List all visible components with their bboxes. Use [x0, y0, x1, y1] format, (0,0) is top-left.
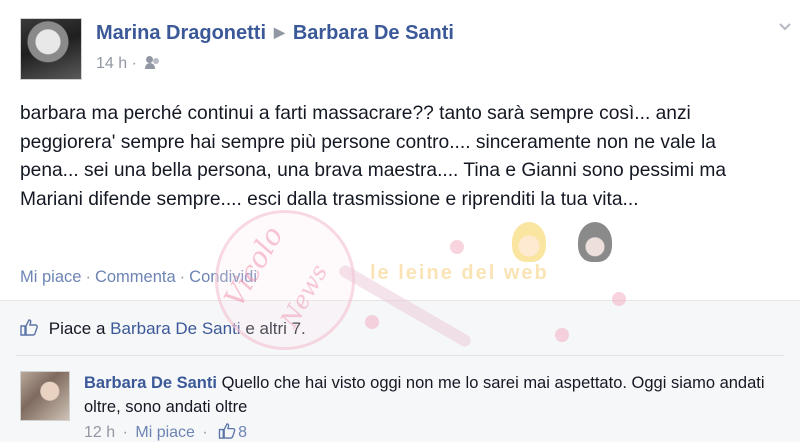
target-name[interactable]: Barbara De Santi	[293, 22, 454, 44]
comment-link[interactable]: Commenta	[95, 268, 176, 286]
chevron-down-icon[interactable]	[778, 20, 792, 34]
post-actions: Mi piace · Commenta · Condividi	[20, 268, 257, 287]
divider	[16, 355, 784, 356]
cartoon-girl-icon	[512, 222, 546, 262]
separator: ·	[197, 424, 213, 441]
cartoon-girl-icon	[578, 222, 612, 262]
liker-name-link[interactable]: Barbara De Santi	[110, 319, 240, 338]
commenter-name[interactable]: Barbara De Santi	[84, 374, 217, 392]
comment-like-count[interactable]: 8	[238, 424, 247, 441]
post-header: Marina Dragonetti ▶ Barbara De Santi	[96, 22, 454, 45]
likes-summary: Piace a Barbara De Santi e altri 7.	[20, 319, 306, 339]
separator: ·	[85, 268, 91, 286]
separator: ·	[179, 268, 186, 286]
likes-comments-section: Piace a Barbara De Santi e altri 7. Barb…	[0, 300, 800, 442]
comment-like-link[interactable]: Mi piace	[135, 424, 195, 441]
thumbs-up-icon	[218, 423, 236, 439]
post-text: barbara ma perché continui a farti massa…	[20, 103, 727, 210]
post-timestamp[interactable]: 14 h	[96, 55, 127, 72]
paw-icon	[450, 240, 464, 254]
facebook-post: Marina Dragonetti ▶ Barbara De Santi 14 h …	[0, 0, 800, 448]
like-link[interactable]: Mi piace	[20, 268, 81, 286]
watermark-logo-text: Vicolo	[217, 220, 290, 313]
likes-prefix: Piace a	[48, 319, 106, 338]
commenter-avatar[interactable]	[20, 371, 70, 421]
thumbs-up-icon	[20, 319, 38, 336]
watermark-brand: le leine del web	[370, 262, 549, 284]
author-name[interactable]: Marina Dragonetti	[96, 22, 266, 44]
author-avatar[interactable]	[20, 18, 82, 80]
comment-timestamp[interactable]: 12 h	[84, 424, 115, 441]
comment-meta: 12 h · Mi piace · 8	[84, 423, 247, 442]
meta-separator: ·	[131, 55, 142, 72]
separator: ·	[118, 424, 133, 441]
friends-icon[interactable]	[145, 56, 161, 69]
post-meta: 14 h ·	[96, 55, 161, 73]
comment-body: Barbara De Santi Quello che hai visto og…	[84, 371, 774, 419]
arrow-right-icon: ▶	[274, 24, 285, 40]
